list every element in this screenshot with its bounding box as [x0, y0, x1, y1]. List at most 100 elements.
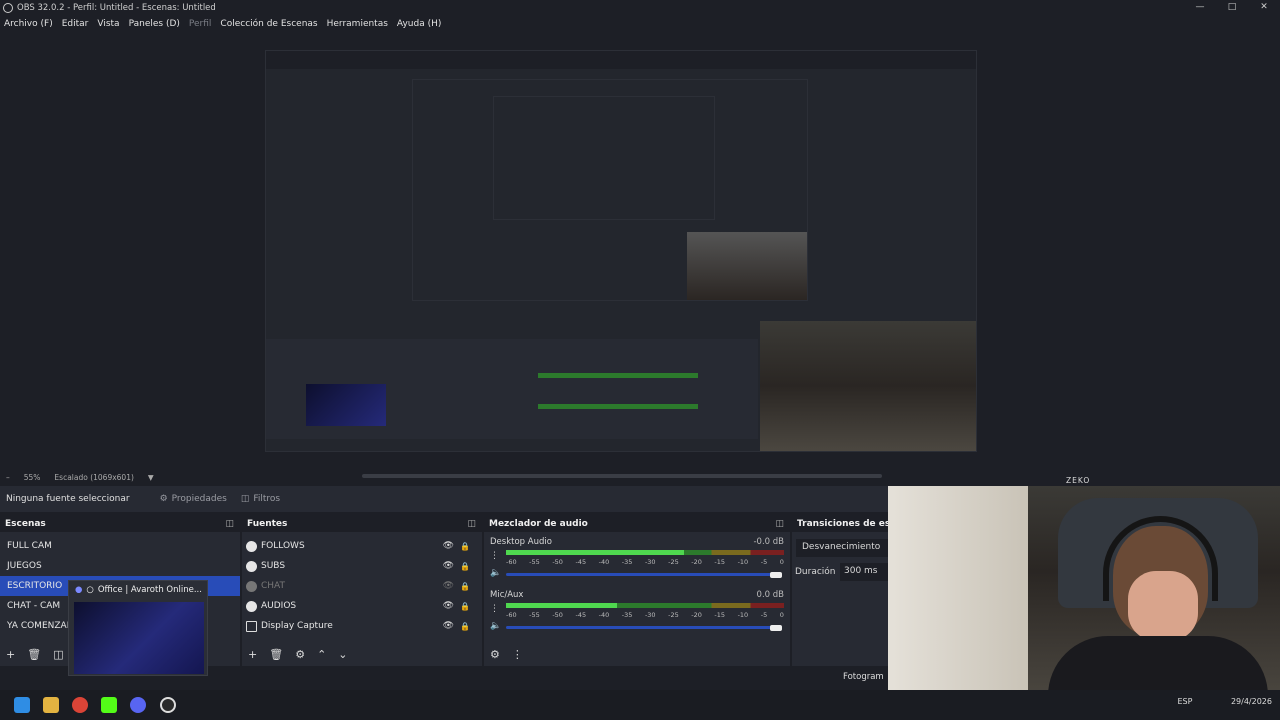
meter-tick-label: -25 [668, 611, 679, 619]
meter-tick-label: -10 [737, 558, 749, 566]
scenes-title: Escenas [5, 519, 46, 529]
menu-herramientas[interactable]: Herramientas [327, 19, 388, 29]
meter-ticks: -60 -55 -50 -45 -40 -35 -30 -25 -20 -15 -10 -5 0 [506, 611, 784, 619]
browser-source-icon [246, 600, 257, 612]
meter-tick-label: -20 [691, 558, 702, 566]
options-icon[interactable]: ⋮ [512, 648, 523, 661]
browser-source-icon [246, 580, 257, 592]
scene-item[interactable]: FULL CAM [0, 536, 240, 556]
webcam-overlay [888, 486, 1280, 700]
down-icon[interactable]: ⌄ [338, 648, 347, 661]
source-toolbar: Ninguna fuente seleccionar ⚙ Propiedades … [0, 486, 890, 512]
trash-icon[interactable]: 🗑 [27, 648, 41, 661]
windows-icon[interactable] [14, 697, 30, 713]
folder-icon[interactable] [43, 697, 59, 713]
meter-tick-label: -10 [737, 611, 749, 619]
channel-db: 0.0 dB [756, 590, 784, 600]
lock-icon[interactable]: 🔒 [460, 542, 470, 551]
meter-tick-label: -45 [575, 558, 587, 566]
popup-thumbnail [74, 602, 204, 674]
preview-scrollbar[interactable] [362, 474, 882, 478]
discord-icon[interactable] [130, 697, 146, 713]
meter-tick-label: -5 [760, 558, 768, 566]
no-source-label: Ninguna fuente seleccionar [6, 494, 130, 504]
plus-icon[interactable]: + [248, 648, 257, 661]
plus-icon[interactable]: + [6, 648, 15, 661]
transition-select[interactable]: Desvanecimiento [796, 539, 888, 557]
source-item[interactable]: SUBS 👁 🔒 [242, 556, 482, 576]
discord-icon: ● [75, 584, 83, 595]
source-item[interactable]: Display Capture 👁 🔒 [242, 616, 482, 636]
trash-icon[interactable]: 🗑 [269, 648, 283, 661]
menu-editar[interactable]: Editar [62, 19, 89, 29]
transitions-dock: Transiciones de esce Desvanecimiento Dur… [792, 516, 888, 666]
meter-tick-label: -35 [621, 558, 633, 566]
eye-icon[interactable]: 👁 [443, 561, 454, 571]
menu-coleccion[interactable]: Colección de Escenas [220, 19, 317, 29]
duration-label: Duración [795, 567, 836, 577]
eye-hidden-icon[interactable]: 👁 [443, 581, 454, 591]
clock-date[interactable]: 29/4/2026 [1231, 697, 1272, 706]
source-item[interactable]: CHAT 👁 🔒 [242, 576, 482, 596]
source-item[interactable]: AUDIOS 👁 🔒 [242, 596, 482, 616]
webcam-overlay-text: ZEKO [1066, 476, 1091, 485]
menu-perfil[interactable]: Perfil [189, 19, 212, 29]
fader-knob[interactable] [770, 572, 782, 578]
speaker-icon[interactable]: 🔈 [490, 621, 501, 631]
title-bar: OBS 32.0.2 - Perfil: Untitled - Escenas:… [0, 0, 1280, 15]
menu-vista[interactable]: Vista [97, 19, 119, 29]
volume-meter [506, 550, 784, 555]
maximize-icon[interactable]: □ [1216, 0, 1248, 15]
fader-knob[interactable] [770, 625, 782, 631]
eye-icon[interactable]: 👁 [443, 621, 454, 631]
scene-item[interactable]: JUEGOS [0, 556, 240, 576]
volume-fader[interactable] [506, 626, 776, 629]
filter-icon[interactable]: ◫ [53, 648, 63, 661]
source-label: AUDIOS [261, 601, 297, 611]
filters-button[interactable]: ◫ Filtros [241, 494, 280, 504]
browser-source-icon [246, 560, 257, 572]
lock-icon[interactable]: 🔒 [460, 622, 470, 631]
menu-archivo[interactable]: Archivo (F) [4, 19, 53, 29]
zoom-out-icon[interactable]: – [6, 473, 10, 482]
lock-icon[interactable]: 🔒 [460, 602, 470, 611]
gear-icon[interactable]: ⚙ [295, 648, 305, 661]
close-icon[interactable]: ✕ [1248, 0, 1280, 15]
source-item[interactable]: FOLLOWS 👁 🔒 [242, 536, 482, 556]
chevron-down-icon[interactable]: ▼ [148, 473, 154, 482]
undock-icon[interactable]: ◫ [467, 519, 476, 529]
language-indicator[interactable]: ESP [1177, 697, 1192, 706]
advanced-audio-icon[interactable]: ⚙ [490, 648, 500, 661]
kick-icon[interactable] [101, 697, 117, 713]
speaker-icon[interactable]: 🔈 [490, 568, 501, 578]
meter-tick-label: -35 [621, 611, 633, 619]
up-icon[interactable]: ⌃ [317, 648, 326, 661]
obs-taskbar-icon[interactable] [160, 697, 176, 713]
lock-icon[interactable]: 🔒 [460, 582, 470, 591]
undock-icon[interactable]: ◫ [225, 519, 234, 529]
preview-canvas[interactable] [0, 33, 1280, 471]
properties-button[interactable]: ⚙ Propiedades [160, 494, 227, 504]
zoom-level[interactable]: 55% [24, 473, 41, 482]
minimize-icon[interactable]: — [1184, 0, 1216, 15]
menu-paneles[interactable]: Paneles (D) [129, 19, 180, 29]
volume-fader[interactable] [506, 573, 776, 576]
chrome-icon[interactable] [72, 697, 88, 713]
duration-input[interactable]: 300 ms [840, 563, 888, 581]
menu-ayuda[interactable]: Ayuda (H) [397, 19, 441, 29]
volume-meter [506, 603, 784, 608]
undock-icon[interactable]: ◫ [775, 519, 784, 529]
meter-tick-label: 0 [779, 558, 784, 566]
meter-level-fill [506, 603, 618, 608]
source-label: SUBS [261, 561, 286, 571]
eye-icon[interactable]: 👁 [443, 541, 454, 551]
fotograma-label: Fotogram [843, 672, 884, 682]
lock-icon[interactable]: 🔒 [460, 562, 470, 571]
meter-tick-label: -40 [598, 611, 610, 619]
options-icon[interactable]: ⋮ [490, 551, 499, 561]
options-icon[interactable]: ⋮ [490, 604, 499, 614]
meter-tick-label: -15 [714, 558, 726, 566]
browser-source-icon [246, 540, 257, 552]
scale-select[interactable]: Escalado (1069x601) [54, 473, 133, 482]
eye-icon[interactable]: 👁 [443, 601, 454, 611]
